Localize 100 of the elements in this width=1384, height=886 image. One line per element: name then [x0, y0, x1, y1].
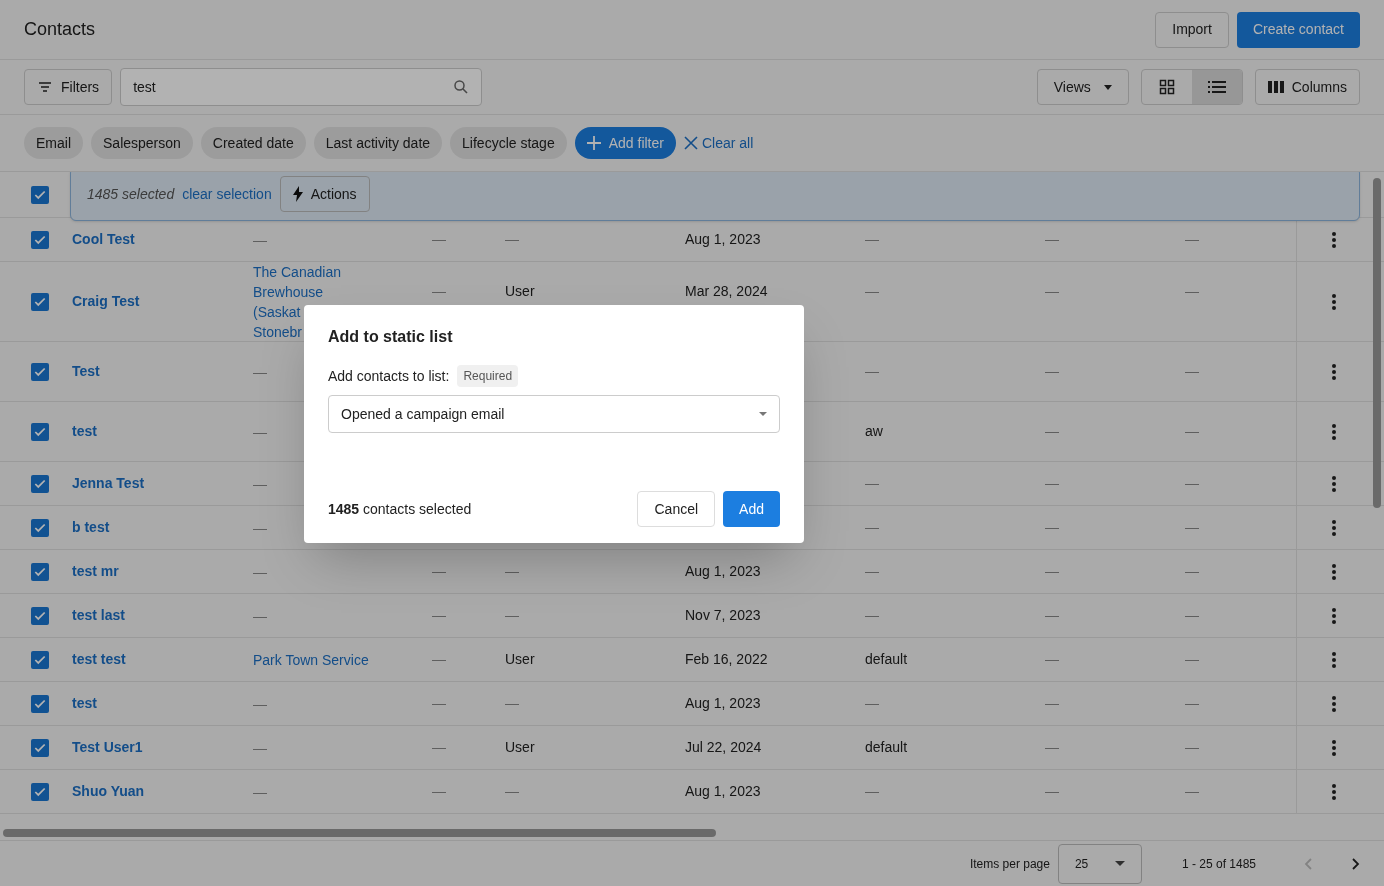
more-icon[interactable]: [1331, 783, 1336, 800]
table-cell: —: [432, 283, 446, 299]
lightning-icon: [292, 186, 303, 202]
add-filter-button[interactable]: Add filter: [574, 127, 676, 159]
contact-name-link[interactable]: Craig Test: [72, 293, 140, 309]
clear-all-link[interactable]: Clear all: [683, 132, 754, 154]
filter-chip[interactable]: Last activity date: [313, 127, 443, 159]
actions-button[interactable]: Actions: [279, 176, 370, 212]
table-cell: —: [865, 783, 879, 799]
checkbox[interactable]: [31, 562, 49, 581]
table-cell: User: [505, 739, 535, 755]
table-cell-text: —: [253, 606, 267, 626]
contact-name-link[interactable]: Test: [72, 363, 100, 379]
clear-selection-link[interactable]: clear selection: [182, 183, 272, 205]
more-icon[interactable]: [1331, 293, 1336, 310]
add-button[interactable]: Add: [723, 491, 780, 527]
contact-name-link[interactable]: b test: [72, 519, 110, 535]
more-icon[interactable]: [1331, 231, 1336, 248]
more-icon[interactable]: [1331, 475, 1336, 492]
more-icon[interactable]: [1331, 607, 1336, 624]
table-cell: —: [1045, 231, 1059, 247]
table-cell: —: [505, 563, 519, 579]
table-cell: —: [865, 519, 879, 535]
more-icon[interactable]: [1331, 519, 1336, 536]
columns-button[interactable]: Columns: [1254, 69, 1360, 105]
list-view-button[interactable]: [1191, 70, 1242, 104]
table-cell: —: [1045, 739, 1059, 755]
table-cell: —: [1045, 563, 1059, 579]
checkbox[interactable]: [31, 738, 49, 757]
table-cell-text: —: [253, 518, 267, 538]
table-cell: —: [1045, 423, 1059, 439]
search-field[interactable]: test: [120, 68, 483, 106]
checkbox[interactable]: [31, 362, 49, 381]
more-icon[interactable]: [1331, 651, 1336, 668]
caret-icon: [1114, 861, 1125, 866]
contact-name-link[interactable]: Shuo Yuan: [72, 783, 145, 799]
table-cell-text: —: [253, 782, 267, 802]
table-cell-text: —: [253, 230, 267, 250]
filter-chip[interactable]: Email: [24, 127, 83, 159]
contact-name-link[interactable]: test: [72, 695, 97, 711]
checkbox[interactable]: [31, 518, 49, 537]
contact-name-link[interactable]: test mr: [72, 563, 119, 579]
checkbox[interactable]: [31, 606, 49, 625]
filters-button[interactable]: Filters: [24, 69, 113, 105]
table-cell-text: —: [253, 562, 267, 582]
checkbox[interactable]: [31, 782, 49, 801]
checkbox[interactable]: [31, 185, 49, 204]
checkbox[interactable]: [31, 474, 49, 493]
table-cell: —: [505, 231, 519, 247]
import-button[interactable]: Import: [1155, 11, 1229, 48]
table-cell: —: [1185, 283, 1199, 299]
contact-name-link[interactable]: Cool Test: [72, 231, 135, 247]
checkbox[interactable]: [31, 694, 49, 713]
scrollbar[interactable]: [3, 829, 716, 837]
required-badge: Required: [457, 365, 519, 387]
table-cell: —: [865, 231, 879, 247]
items-per-page-select[interactable]: 25: [1057, 843, 1142, 884]
field-label: Add contacts to list:: [328, 366, 450, 386]
table-cell: —: [1185, 475, 1199, 491]
grid-icon: [1158, 79, 1175, 95]
table-cell: —: [1045, 475, 1059, 491]
plus-icon: [586, 136, 601, 150]
table-cell-text: —: [253, 694, 267, 714]
more-icon[interactable]: [1331, 423, 1336, 440]
table-cell: —: [865, 475, 879, 491]
table-cell: —: [432, 607, 446, 623]
contact-name-link[interactable]: test last: [72, 607, 125, 623]
contact-name-link[interactable]: Test User1: [72, 739, 143, 755]
scrollbar[interactable]: [1373, 178, 1381, 508]
more-icon[interactable]: [1331, 739, 1336, 756]
more-icon[interactable]: [1331, 363, 1336, 380]
table-cell: —: [432, 651, 446, 667]
checkbox[interactable]: [31, 292, 49, 311]
search-icon: [453, 79, 470, 95]
table-cell: —: [865, 607, 879, 623]
more-icon[interactable]: [1331, 695, 1336, 712]
contact-name-link[interactable]: Jenna Test: [72, 475, 145, 491]
more-icon[interactable]: [1331, 563, 1336, 580]
table-cell: Feb 16, 2022: [685, 651, 768, 667]
filter-chip[interactable]: Lifecycle stage: [450, 127, 567, 159]
checkbox[interactable]: [31, 422, 49, 441]
filter-chip[interactable]: Salesperson: [91, 127, 193, 159]
views-button[interactable]: Views: [1036, 69, 1129, 105]
checkbox[interactable]: [31, 230, 49, 249]
table-cell: —: [1185, 563, 1199, 579]
contact-name-link[interactable]: test test: [72, 651, 126, 667]
table-cell-text: —: [253, 362, 267, 382]
table-cell: —: [432, 695, 446, 711]
table-cell: —: [865, 363, 879, 379]
table-cell: —: [1185, 363, 1199, 379]
create-contact-button[interactable]: Create contact: [1236, 11, 1360, 48]
table-cell: —: [505, 695, 519, 711]
table-cell: —: [1185, 519, 1199, 535]
filter-chip[interactable]: Created date: [200, 127, 306, 159]
next-page-icon[interactable]: [1352, 857, 1360, 870]
table-cell: —: [1185, 231, 1199, 247]
checkbox[interactable]: [31, 650, 49, 669]
list-select[interactable]: Opened a campaign email: [328, 395, 780, 433]
cancel-button[interactable]: Cancel: [637, 491, 716, 527]
contact-name-link[interactable]: test: [72, 423, 97, 439]
